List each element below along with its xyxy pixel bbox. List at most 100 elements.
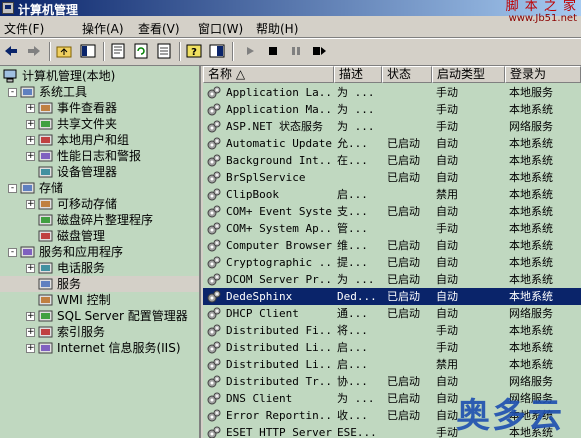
service-row[interactable]: Application La... 为 ... 手动 本地服务 <box>203 84 581 101</box>
service-startup-type: 禁用 <box>436 188 458 201</box>
help-icon[interactable]: ? <box>186 43 202 59</box>
tree-item-users[interactable]: + 本地用户和组 <box>0 132 199 148</box>
show-hide-tree-icon[interactable] <box>80 43 96 59</box>
expand-icon[interactable]: + <box>26 200 35 209</box>
service-row[interactable]: ClipBook 启... 禁用 本地系统 <box>203 186 581 203</box>
menu-file[interactable]: 文件(F) <box>4 20 44 37</box>
tree-item-storage[interactable]: - 存储 <box>0 180 199 196</box>
service-name: Distributed Li... <box>226 358 332 371</box>
service-row[interactable]: Distributed Li... 启... 禁用 本地系统 <box>203 356 581 373</box>
service-status: 已启动 <box>387 307 420 320</box>
column-header-startup-type[interactable]: 启动类型 <box>432 66 505 83</box>
refresh-icon[interactable] <box>133 43 149 59</box>
service-description: 提... <box>337 256 368 269</box>
service-row[interactable]: Distributed Fi... 将... 手动 本地系统 <box>203 322 581 339</box>
service-log-on-as: 本地系统 <box>509 290 553 303</box>
service-status: 已启动 <box>387 239 420 252</box>
tree-label: 共享文件夹 <box>57 117 118 131</box>
service-row[interactable]: COM+ System Ap... 管... 手动 本地系统 <box>203 220 581 237</box>
back-icon[interactable] <box>3 43 19 59</box>
expand-icon[interactable]: + <box>26 120 35 129</box>
up-folder-icon[interactable] <box>56 43 72 59</box>
console-tree-icon[interactable] <box>209 43 225 59</box>
service-startup-type: 手动 <box>436 120 458 133</box>
service-name: COM+ Event System <box>226 205 332 218</box>
wmi-icon <box>38 294 53 306</box>
service-row[interactable]: DedeSphinx Ded... 已启动 自动 本地系统 <box>203 288 581 305</box>
expand-icon[interactable]: + <box>26 152 35 161</box>
tree-item-iis[interactable]: + Internet 信息服务(IIS) <box>0 340 199 356</box>
collapse-icon[interactable]: - <box>8 248 17 257</box>
service-startup-type: 手动 <box>436 324 458 337</box>
column-header-name[interactable]: 名称 △ <box>203 66 334 83</box>
menu-window[interactable]: 窗口(W) <box>198 20 243 37</box>
restart-service-icon[interactable] <box>311 43 327 59</box>
service-gear-icon <box>207 290 221 303</box>
tree-item-removable-storage[interactable]: + 可移动存储 <box>0 196 199 212</box>
service-row[interactable]: ASP.NET 状态服务 为 ... 手动 网络服务 <box>203 118 581 135</box>
tree-label: SQL Server 配置管理器 <box>57 309 188 323</box>
column-header-log-on-as[interactable]: 登录为 <box>505 66 581 83</box>
tree-item-index[interactable]: + 索引服务 <box>0 324 199 340</box>
service-row[interactable]: Background Int... 在... 已启动 自动 本地系统 <box>203 152 581 169</box>
tree-item-services-apps[interactable]: - 服务和应用程序 <box>0 244 199 260</box>
stop-service-icon[interactable] <box>265 43 281 59</box>
tree-item-event-viewer[interactable]: + 事件查看器 <box>0 100 199 116</box>
column-header-status[interactable]: 状态 <box>382 66 432 83</box>
expand-icon[interactable]: + <box>26 264 35 273</box>
service-status: 已启动 <box>387 137 420 150</box>
expand-icon[interactable]: + <box>26 328 35 337</box>
tools-icon <box>20 86 35 98</box>
start-service-icon[interactable] <box>242 43 258 59</box>
shared-folder-icon <box>38 118 53 130</box>
tree-item-disk-management[interactable]: 磁盘管理 <box>0 228 199 244</box>
service-gear-icon <box>207 256 221 269</box>
toolbar-separator <box>179 42 181 61</box>
service-row[interactable]: COM+ Event System 支... 已启动 自动 本地系统 <box>203 203 581 220</box>
service-description: 通... <box>337 307 368 320</box>
pause-service-icon[interactable] <box>288 43 304 59</box>
tree-label: 磁盘管理 <box>57 229 106 243</box>
service-gear-icon <box>207 188 221 201</box>
service-name: ASP.NET 状态服务 <box>226 120 323 133</box>
performance-icon <box>38 150 53 162</box>
service-row[interactable]: Automatic Updates 允... 已启动 自动 本地系统 <box>203 135 581 152</box>
service-startup-type: 手动 <box>436 103 458 116</box>
expand-icon[interactable]: + <box>26 104 35 113</box>
tree-item-defrag[interactable]: 磁盘碎片整理程序 <box>0 212 199 228</box>
menu-view[interactable]: 查看(V) <box>138 20 180 37</box>
service-row[interactable]: Cryptographic ... 提... 已启动 自动 本地系统 <box>203 254 581 271</box>
services-list[interactable]: 名称 △ 描述 状态 启动类型 登录为 Application La... 为 .… <box>203 66 581 438</box>
service-row[interactable]: Application Ma... 为 ... 手动 本地系统 <box>203 101 581 118</box>
service-row[interactable]: BrSplService 已启动 自动 本地系统 <box>203 169 581 186</box>
tree-item-telephony[interactable]: + 电话服务 <box>0 260 199 276</box>
column-header-description[interactable]: 描述 <box>334 66 382 83</box>
service-row[interactable]: Distributed Li... 启... 手动 本地系统 <box>203 339 581 356</box>
tree-item-performance[interactable]: + 性能日志和警报 <box>0 148 199 164</box>
tree-item-wmi[interactable]: WMI 控制 <box>0 292 199 308</box>
service-row[interactable]: Computer Browser 维... 已启动 自动 本地系统 <box>203 237 581 254</box>
menu-action[interactable]: 操作(A) <box>82 20 124 37</box>
removable-storage-icon <box>38 198 53 210</box>
service-log-on-as: 本地系统 <box>509 222 553 235</box>
collapse-icon[interactable]: - <box>8 184 17 193</box>
collapse-icon[interactable]: - <box>8 88 17 97</box>
forward-icon[interactable] <box>26 43 42 59</box>
expand-icon[interactable]: + <box>26 136 35 145</box>
properties-icon[interactable] <box>110 43 126 59</box>
service-row[interactable]: DCOM Server Pr... 为 ... 已启动 自动 本地系统 <box>203 271 581 288</box>
toolbar-separator <box>49 42 51 61</box>
expand-icon[interactable]: + <box>26 344 35 353</box>
export-list-icon[interactable] <box>156 43 172 59</box>
menu-help[interactable]: 帮助(H) <box>256 20 298 37</box>
tree-item-services[interactable]: 服务 <box>0 276 199 292</box>
service-name: Background Int... <box>226 154 332 167</box>
tree-item-sql[interactable]: + SQL Server 配置管理器 <box>0 308 199 324</box>
tree-item-shared-folder[interactable]: + 共享文件夹 <box>0 116 199 132</box>
service-row[interactable]: DHCP Client 通... 已启动 自动 网络服务 <box>203 305 581 322</box>
tree-item-device-manager[interactable]: 设备管理器 <box>0 164 199 180</box>
service-name: BrSplService <box>226 171 306 184</box>
console-tree[interactable]: 计算机管理(本地) - 系统工具 + 事件查看器 + 共享文件夹 + 本地用户和组 + 性能日志和… <box>0 66 201 438</box>
expand-icon[interactable]: + <box>26 312 35 321</box>
tree-item-tools[interactable]: - 系统工具 <box>0 84 199 100</box>
